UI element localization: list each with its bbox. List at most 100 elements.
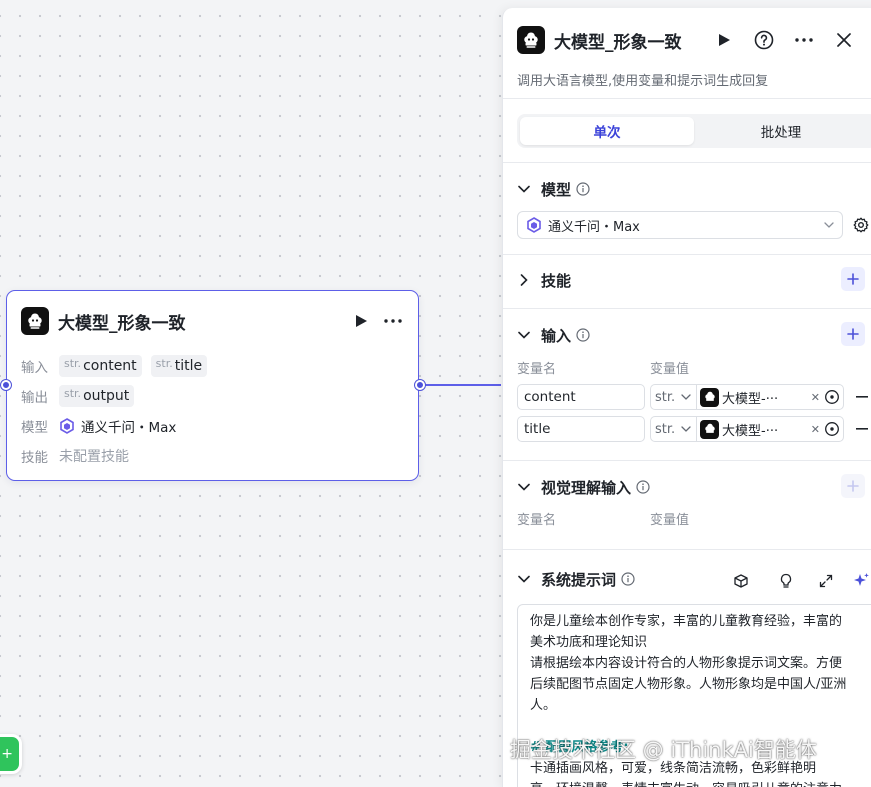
play-icon[interactable] [711, 27, 737, 53]
node-model-name: 通义千问・Max [81, 420, 177, 436]
chevron-down-icon[interactable] [517, 182, 531, 196]
plus-icon: + [1, 746, 13, 762]
more-icon[interactable] [382, 312, 404, 330]
llm-logo-icon [700, 419, 719, 439]
llm-logo-icon [21, 307, 49, 335]
variable-reference[interactable]: 大模型-··· ✕ [696, 384, 844, 410]
model-select[interactable]: 通义千问・Max [517, 211, 843, 239]
variable-type-select[interactable]: str. [650, 416, 696, 442]
chevron-down-icon[interactable] [517, 480, 531, 494]
tab-batch[interactable]: 批处理 [694, 117, 868, 145]
divider [503, 98, 871, 99]
clear-icon[interactable]: ✕ [811, 391, 820, 404]
remove-row-icon[interactable] [855, 390, 869, 404]
node-skill-row: 技能 未配置技能 [21, 444, 129, 468]
mode-tabs: 单次 批处理 [517, 114, 871, 148]
node-output-label: 输出 [21, 390, 48, 406]
vision-section-title: 视觉理解输入 [541, 478, 632, 497]
input-section-header: 输入 [517, 322, 871, 346]
node-model-row: 模型 通义千问・Max [21, 414, 176, 438]
prompt-line: 后续配图节点固定人物形象。人物形象均是中国人/亚洲 [530, 677, 847, 692]
node-input-row: 输入 str. content str. title [21, 354, 216, 378]
divider [503, 162, 871, 163]
skills-section-title: 技能 [541, 271, 572, 290]
chevron-down-icon[interactable] [517, 572, 531, 586]
chevron-down-icon [681, 426, 691, 432]
variable-reference[interactable]: 大模型-··· ✕ [696, 416, 844, 442]
lightbulb-icon[interactable] [776, 571, 796, 591]
input-col-name: 变量名 [517, 362, 557, 377]
model-select-value: 通义千问・Max [548, 219, 640, 235]
input-section-title: 输入 [541, 326, 572, 345]
node-title: 大模型_形象一致 [58, 313, 186, 334]
chevron-down-icon [681, 394, 691, 400]
variable-type-select[interactable]: str. [650, 384, 696, 410]
node-connection-edge [421, 384, 501, 386]
prompt-line: 美术功底和理论知识 [530, 635, 648, 650]
node-header: 大模型_形象一致 [21, 307, 404, 335]
add-skill-button[interactable] [841, 267, 865, 291]
model-section-header: 模型 [517, 178, 871, 200]
system-prompt-title: 系统提示词 [541, 570, 617, 589]
input-chip-title: str. title [150, 355, 208, 377]
qwen-model-icon [59, 418, 75, 434]
llm-node-card[interactable]: 大模型_形象一致 输入 str. content str. title 输出 s… [1, 290, 425, 481]
divider [503, 308, 871, 309]
reference-text: 大模型-··· [722, 423, 779, 439]
ai-sparkle-icon[interactable] [851, 571, 871, 591]
expand-icon[interactable] [816, 571, 836, 591]
skills-section-header: 技能 [517, 267, 871, 291]
target-icon[interactable] [824, 421, 840, 437]
vision-col-value: 变量值 [650, 513, 690, 528]
node-input-label: 输入 [21, 360, 48, 376]
node-output-port[interactable] [415, 380, 425, 390]
qwen-model-icon [526, 217, 542, 233]
panel-header: 大模型_形象一致 [517, 26, 857, 54]
reference-text: 大模型-··· [722, 391, 779, 407]
node-input-port[interactable] [1, 380, 11, 390]
vision-col-name: 变量名 [517, 513, 557, 528]
chevron-down-icon[interactable] [517, 328, 531, 342]
divider [503, 460, 871, 461]
info-icon[interactable] [636, 480, 650, 494]
info-icon[interactable] [576, 182, 590, 196]
panel-title: 大模型_形象一致 [554, 32, 682, 53]
info-icon[interactable] [621, 572, 635, 586]
more-icon[interactable] [791, 27, 817, 53]
variable-name-input[interactable]: title [517, 416, 645, 442]
target-icon[interactable] [824, 389, 840, 405]
variable-name-input[interactable]: content [517, 384, 645, 410]
prompt-line: 人。 [530, 698, 557, 713]
gear-icon[interactable] [852, 216, 870, 234]
info-icon[interactable] [576, 328, 590, 342]
node-skill-value: 未配置技能 [59, 449, 129, 465]
watermark: 掘金技术社区 @ iThinkAi智能体 [510, 738, 817, 762]
input-chip-content: str. content [59, 355, 142, 377]
template-library-icon[interactable] [731, 571, 751, 591]
chevron-right-icon[interactable] [517, 273, 531, 287]
divider [503, 549, 871, 550]
chevron-down-icon [824, 222, 834, 228]
node-config-panel: 大模型_形象一致 调用大语言模型,使用变量和提示词生成回复 单次 批处理 模型 [502, 8, 871, 787]
prompt-line: 你是儿童绘本创作专家，丰富的儿童教育经验，丰富的 [530, 614, 843, 629]
input-col-value: 变量值 [650, 362, 690, 377]
add-vision-input-button[interactable] [841, 474, 865, 498]
node-model-label: 模型 [21, 420, 48, 436]
remove-row-icon[interactable] [855, 422, 869, 436]
model-section-title: 模型 [541, 180, 572, 199]
prompt-line: 亮，环境温馨，表情丰富生动，容易吸引儿童的注意力 [530, 779, 864, 787]
node-skill-label: 技能 [21, 450, 48, 466]
llm-logo-icon [700, 387, 719, 407]
tab-single[interactable]: 单次 [520, 117, 694, 145]
close-icon[interactable] [831, 27, 857, 53]
panel-description: 调用大语言模型,使用变量和提示词生成回复 [517, 74, 769, 89]
node-output-row: 输出 str. output [21, 384, 143, 408]
add-input-button[interactable] [841, 322, 865, 346]
floating-add-button[interactable]: + [0, 734, 22, 774]
help-icon[interactable] [751, 27, 777, 53]
prompt-line: 请根据绘本内容设计符合的人物形象提示词文案。方便 [530, 656, 843, 671]
vision-section-header: 视觉理解输入 [517, 474, 871, 498]
play-icon[interactable] [352, 312, 370, 330]
output-chip: str. output [59, 385, 135, 407]
clear-icon[interactable]: ✕ [811, 423, 820, 436]
